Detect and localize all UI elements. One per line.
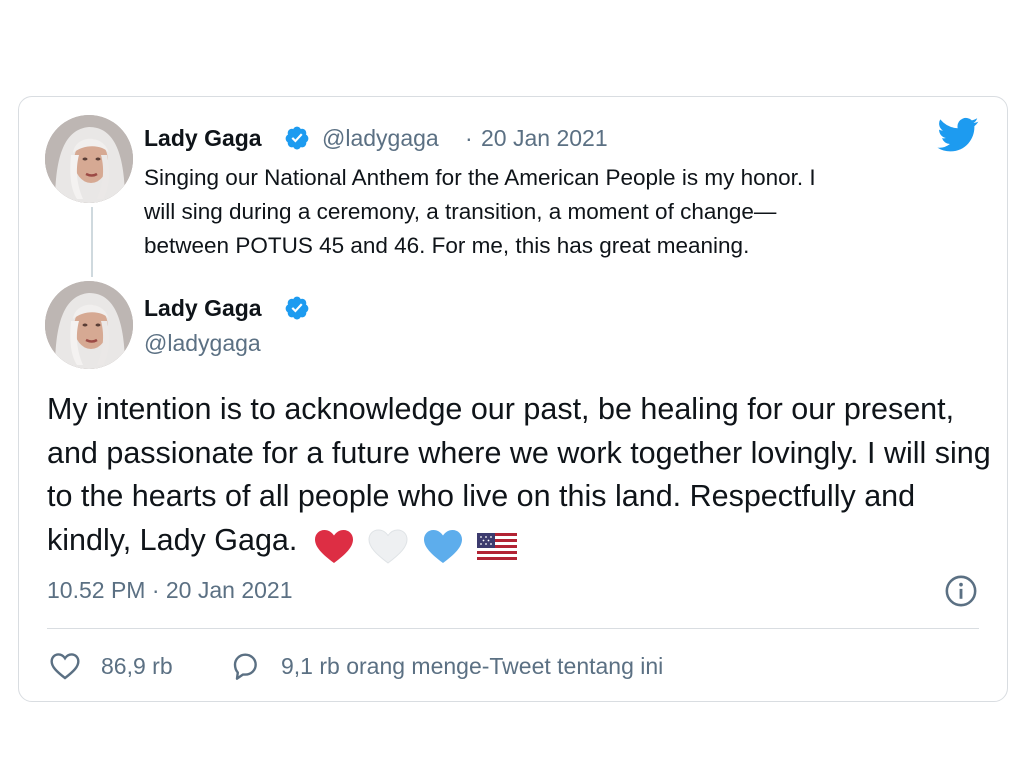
tweet-card: Lady Gaga @ladygaga · 20 Jan 2021 Singin…	[18, 96, 1008, 702]
tweet-text: My intention is to acknowledge our past,…	[47, 388, 992, 568]
author-handle[interactable]: @ladygaga	[144, 330, 261, 357]
tweet-date[interactable]: 20 Jan 2021	[481, 125, 608, 152]
author-handle[interactable]: @ladygaga	[322, 125, 439, 152]
twitter-bird-icon[interactable]	[937, 117, 979, 153]
verified-badge-icon	[285, 296, 309, 320]
avatar[interactable]	[45, 115, 133, 203]
divider	[47, 628, 979, 629]
tweet-timestamp[interactable]: 10.52 PM · 20 Jan 2021	[47, 577, 293, 604]
us-flag-icon	[477, 533, 518, 562]
author-name[interactable]: Lady Gaga	[144, 295, 262, 322]
avatar[interactable]	[45, 281, 133, 369]
verified-badge-icon	[285, 126, 309, 150]
quoted-tweet-text: Singing our National Anthem for the Amer…	[144, 165, 816, 258]
emoji-row	[314, 525, 523, 569]
heart-outline-icon	[50, 653, 80, 680]
like-count: 86,9 rb	[101, 652, 173, 679]
blue-heart-icon	[423, 530, 462, 564]
white-heart-icon	[368, 529, 408, 565]
separator-dot: ·	[465, 125, 473, 151]
like-button[interactable]: 86,9 rb	[49, 649, 173, 683]
author-name[interactable]: Lady Gaga	[144, 125, 262, 152]
thread-connector-line	[91, 207, 93, 277]
red-heart-icon	[314, 530, 353, 564]
retweet-info-text: 9,1 rb orang menge-Tweet tentang ini	[281, 652, 664, 679]
speech-bubble-icon	[233, 653, 257, 680]
info-icon[interactable]	[944, 574, 978, 608]
retweet-info-button[interactable]: 9,1 rb orang menge-Tweet tentang ini	[229, 649, 663, 683]
